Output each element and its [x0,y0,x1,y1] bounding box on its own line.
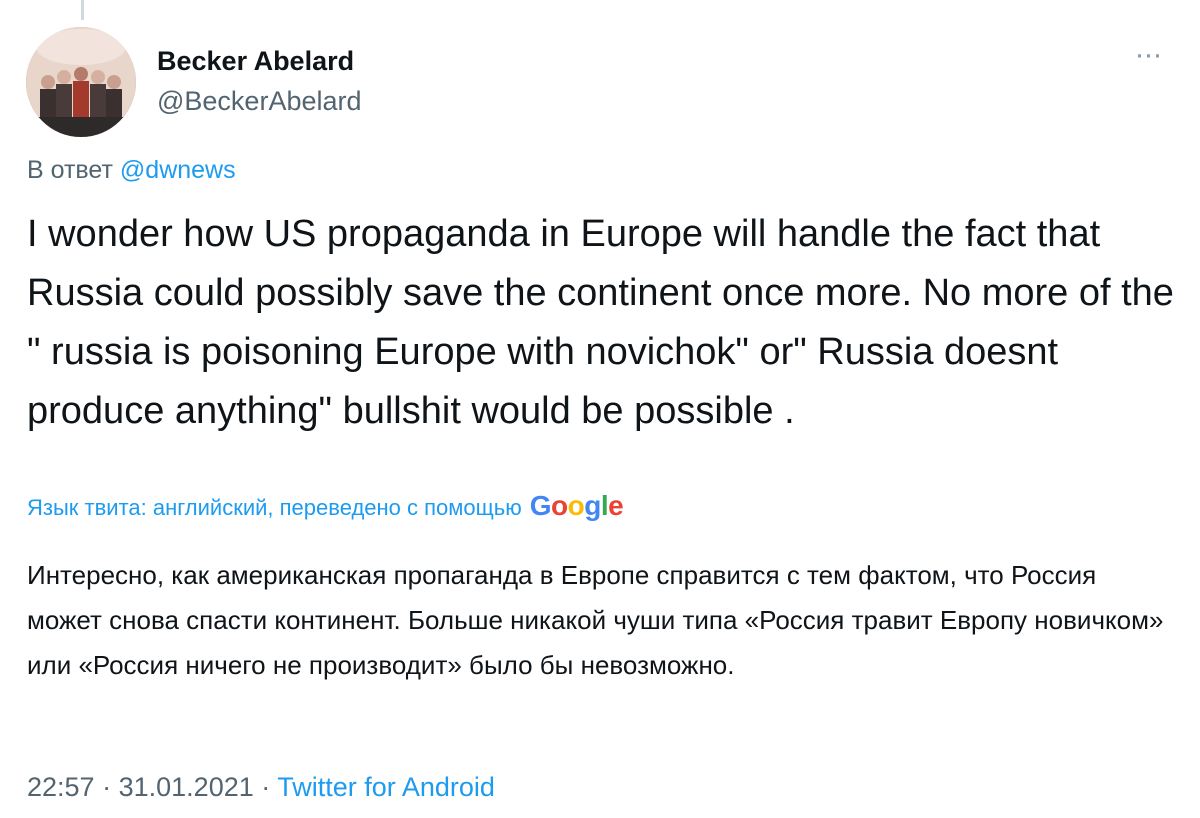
tweet-text: I wonder how US propaganda in Europe wil… [27,213,1174,432]
tweet-meta: 22:57 · 31.01.2021 · Twitter for Android [27,772,495,803]
reply-thread-line [81,0,84,20]
tweet-source-link[interactable]: Twitter for Android [277,772,495,802]
reply-context: В ответ @dwnews [27,156,236,185]
google-logo: Google [529,490,624,521]
meta-separator: · [261,772,271,802]
author-handle[interactable]: @BeckerAbelard [157,86,362,117]
translation-attribution: Язык твита: английский, переведено с пом… [27,490,624,522]
translation-label[interactable]: Язык твита: английский, переведено с пом… [27,495,522,521]
reply-mention-link[interactable]: @dwnews [120,156,236,184]
group-photo-avatar [26,27,136,137]
translated-tweet-text: Интересно, как американская пропаганда в… [27,560,1164,680]
tweet-time[interactable]: 22:57 [27,772,95,802]
meta-separator: · [102,772,112,802]
tweet-date[interactable]: 31.01.2021 [119,772,254,802]
more-dots-icon[interactable]: ··· [1128,40,1168,76]
avatar[interactable] [26,27,136,137]
reply-prefix: В ответ [27,156,113,184]
author-name[interactable]: Becker Abelard [157,46,354,77]
